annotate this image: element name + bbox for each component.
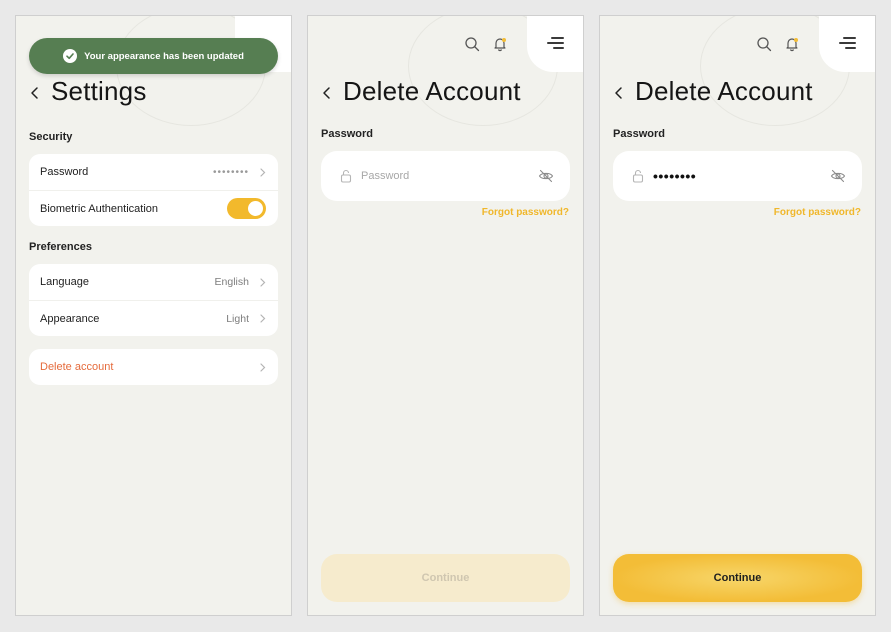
check-icon <box>63 49 78 63</box>
password-value: •••••••• <box>653 168 697 184</box>
eye-off-icon[interactable] <box>538 168 554 184</box>
password-input[interactable]: Password <box>321 151 570 201</box>
continue-button[interactable]: Continue <box>321 554 570 602</box>
appearance-value: Light <box>226 312 249 325</box>
back-arrow-icon[interactable] <box>28 86 42 100</box>
menu-icon[interactable] <box>547 37 564 49</box>
delete-account-label: Delete account <box>40 361 114 373</box>
language-value: English <box>214 276 249 288</box>
chevron-right-icon <box>260 362 266 372</box>
biometric-toggle[interactable] <box>227 198 266 219</box>
lock-icon <box>632 169 644 183</box>
toast-notification: Your appearance has been updated <box>29 38 278 74</box>
chevron-right-icon <box>260 277 266 287</box>
menu-corner <box>819 16 875 72</box>
search-icon[interactable] <box>464 36 480 52</box>
biometric-row: Biometric Authentication <box>29 190 278 226</box>
toast-text: Your appearance has been updated <box>84 50 244 62</box>
page-title: Delete Account <box>635 76 813 106</box>
preferences-card: Language English Appearance Light <box>29 264 278 336</box>
forgot-password-link[interactable]: Forgot password? <box>774 207 861 218</box>
back-arrow-icon[interactable] <box>612 86 626 100</box>
password-masked-value: •••••••• <box>212 166 249 178</box>
continue-button[interactable]: Continue <box>613 554 862 602</box>
forgot-password-link[interactable]: Forgot password? <box>482 207 569 218</box>
delete-account-row[interactable]: Delete account <box>29 349 278 385</box>
back-arrow-icon[interactable] <box>320 86 334 100</box>
page-title: Delete Account <box>343 76 521 106</box>
delete-account-screen-empty: Delete Account Password Password Forgot … <box>307 15 584 616</box>
toggle-knob <box>248 201 263 216</box>
section-label-security: Security <box>29 131 73 143</box>
menu-icon[interactable] <box>839 37 856 49</box>
language-row-label: Language <box>40 276 89 288</box>
chevron-right-icon <box>260 167 266 177</box>
password-row-label: Password <box>40 166 89 178</box>
delete-account-screen-filled: Delete Account Password •••••••• Forgot … <box>599 15 876 616</box>
settings-screen: Your appearance has been updated Setting… <box>15 15 292 616</box>
appearance-row-label: Appearance <box>40 312 100 325</box>
password-field-label: Password <box>321 128 373 140</box>
password-row[interactable]: Password •••••••• <box>29 154 278 190</box>
password-input[interactable]: •••••••• <box>613 151 862 201</box>
delete-account-card: Delete account <box>29 349 278 385</box>
menu-corner <box>527 16 583 72</box>
bell-icon[interactable] <box>492 36 508 52</box>
security-card: Password •••••••• Biometric Authenticati… <box>29 154 278 226</box>
biometric-row-label: Biometric Authentication <box>40 202 159 215</box>
bell-icon[interactable] <box>784 36 800 52</box>
chevron-right-icon <box>260 314 266 323</box>
language-row[interactable]: Language English <box>29 264 278 300</box>
eye-off-icon[interactable] <box>830 168 846 184</box>
lock-icon <box>340 169 352 183</box>
page-title: Settings <box>51 76 147 106</box>
password-placeholder: Password <box>361 170 410 182</box>
search-icon[interactable] <box>756 36 772 52</box>
appearance-row[interactable]: Appearance Light <box>29 300 278 336</box>
section-label-preferences: Preferences <box>29 241 92 253</box>
password-field-label: Password <box>613 128 665 140</box>
